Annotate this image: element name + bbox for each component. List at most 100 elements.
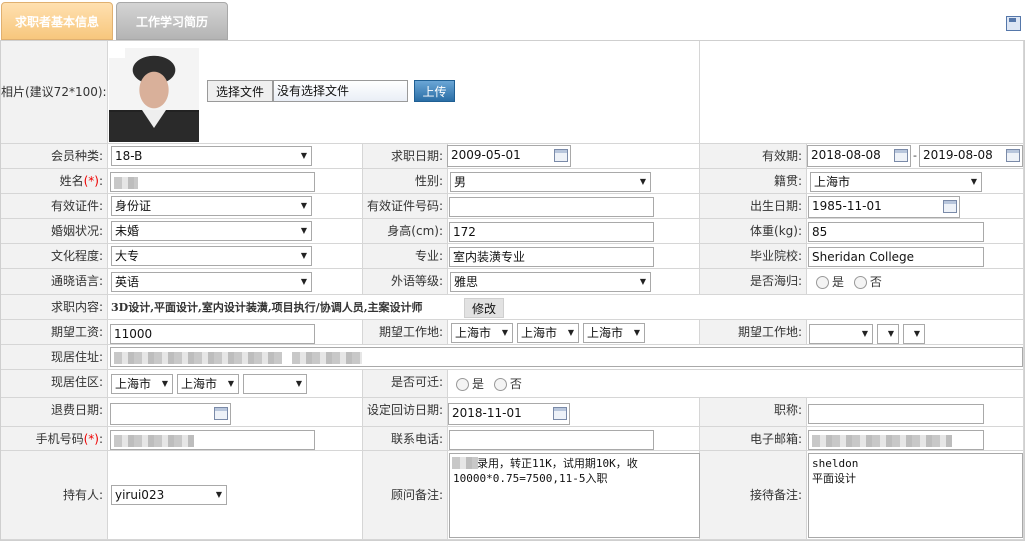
returnee-yes-label: 是	[832, 275, 845, 289]
returnee-no-radio[interactable]	[853, 276, 867, 289]
mobile-label-colon: :	[98, 432, 103, 446]
tab-work-study-resume[interactable]: 工作学习简历	[116, 2, 228, 40]
major-input[interactable]: 室内装潢专业	[449, 247, 654, 267]
expected-district2-select[interactable]	[903, 324, 925, 344]
language-select[interactable]: 英语	[111, 272, 312, 292]
relocate-label: 是否可迁:	[363, 370, 448, 398]
modify-button[interactable]: 修改	[464, 298, 504, 318]
height-label: 身高(cm):	[363, 219, 448, 244]
holder-label: 持有人:	[1, 451, 108, 540]
job-content-text: 3D设计,平面设计,室内设计装潢,项目执行/协调人员,主案设计师	[111, 301, 423, 314]
calendar-icon[interactable]	[554, 149, 568, 162]
redacted-address	[114, 351, 282, 364]
marital-label: 婚姻状况:	[1, 219, 108, 244]
valid-end-input[interactable]: 2019-08-08	[919, 145, 1023, 167]
birth-date-label: 出生日期:	[700, 194, 807, 219]
job-content-label: 求职内容:	[1, 295, 108, 320]
education-label: 文化程度:	[1, 244, 108, 269]
holder-select[interactable]: yirui023	[111, 485, 227, 505]
callback-date-value: 2018-11-01	[452, 406, 522, 420]
upload-button[interactable]: 上传	[414, 80, 455, 102]
expected-salary-input[interactable]: 11000	[110, 324, 315, 344]
hometown-label: 籍贯:	[700, 169, 807, 194]
refund-date-input[interactable]	[110, 403, 231, 425]
birth-date-value: 1985-11-01	[812, 199, 882, 213]
calendar-icon[interactable]	[214, 407, 228, 420]
language-label: 通晓语言:	[1, 269, 108, 295]
callback-date-label: 设定回访日期:	[363, 398, 448, 427]
returnee-radios: 是 否	[807, 269, 1024, 295]
job-date-value: 2009-05-01	[451, 148, 521, 162]
tab-bar: 求职者基本信息 工作学习简历	[0, 0, 1025, 40]
school-label: 毕业院校:	[700, 244, 807, 269]
required-mark: (*)	[83, 174, 99, 188]
reception-note-textarea[interactable]: sheldon 平面设计	[808, 453, 1023, 538]
id-type-select[interactable]: 身份证	[111, 196, 312, 216]
mobile-input[interactable]	[110, 430, 315, 450]
callback-date-input[interactable]: 2018-11-01	[448, 403, 570, 425]
mobile-label-text: 手机号码	[35, 432, 84, 446]
choose-file-button[interactable]: 选择文件	[207, 80, 273, 102]
school-input[interactable]: Sheridan College	[808, 247, 984, 267]
member-type-select[interactable]: 18-B	[111, 146, 312, 166]
foreign-level-select[interactable]: 雅思	[450, 272, 651, 292]
job-seeker-form: 相片(建议72*100): 选择文件 没有选择文件 上传 会员种类: 求职日期:…	[0, 40, 1025, 541]
birth-date-input[interactable]: 1985-11-01	[808, 196, 960, 218]
save-icon[interactable]	[1006, 16, 1021, 31]
weight-label: 体重(kg):	[700, 219, 807, 244]
height-input[interactable]: 172	[449, 222, 654, 242]
marital-select[interactable]: 未婚	[111, 221, 312, 241]
id-number-input[interactable]	[449, 197, 654, 217]
advisor-note-textarea[interactable]: 录用，转正11K，试用期10K，收 10000*0.75=7500,11-5入职	[449, 453, 700, 538]
email-input[interactable]	[808, 430, 984, 450]
district-area-select[interactable]	[243, 374, 307, 394]
expected-salary-label: 期望工资:	[1, 320, 108, 345]
expected-province-select[interactable]: 上海市	[451, 323, 513, 343]
district-city-select[interactable]: 上海市	[177, 374, 239, 394]
expected-province2-select[interactable]	[809, 324, 873, 344]
calendar-icon[interactable]	[1006, 149, 1020, 162]
district-label: 现居住区:	[1, 370, 108, 398]
address-input[interactable]	[110, 347, 1023, 367]
photo-empty-cell	[700, 41, 1024, 144]
applicant-photo	[109, 48, 199, 142]
foreign-level-label: 外语等级:	[363, 269, 448, 295]
valid-period-label: 有效期:	[700, 144, 807, 169]
expected-district-select[interactable]: 上海市	[583, 323, 645, 343]
redacted-name	[114, 176, 138, 189]
valid-start-input[interactable]: 2018-08-08	[807, 145, 911, 167]
expected-city-select[interactable]: 上海市	[517, 323, 579, 343]
relocate-yes-radio[interactable]	[456, 378, 469, 391]
calendar-icon[interactable]	[894, 149, 908, 162]
calendar-icon[interactable]	[553, 407, 567, 420]
name-label-text: 姓名	[59, 174, 84, 188]
expected-location2-label: 期望工作地:	[700, 320, 807, 345]
tab-basic-info[interactable]: 求职者基本信息	[1, 2, 113, 40]
name-label-colon: :	[98, 174, 103, 188]
redacted-email	[812, 434, 952, 447]
education-select[interactable]: 大专	[111, 246, 312, 266]
weight-input[interactable]: 85	[808, 222, 984, 242]
valid-end-value: 2019-08-08	[923, 148, 993, 162]
expected-city2-select[interactable]	[877, 324, 899, 344]
address-label: 现居住址:	[1, 345, 108, 370]
advisor-note-label: 顾问备注:	[363, 451, 448, 540]
relocate-radios: 是 否	[448, 370, 1024, 398]
job-title-label: 职称:	[700, 398, 807, 427]
returnee-yes-radio[interactable]	[816, 276, 829, 289]
job-date-input[interactable]: 2009-05-01	[447, 145, 571, 167]
job-title-input[interactable]	[808, 404, 984, 424]
calendar-icon[interactable]	[943, 200, 957, 213]
phone-label: 联系电话:	[363, 427, 448, 451]
gender-label: 性别:	[363, 169, 448, 194]
relocate-no-radio[interactable]	[493, 378, 507, 391]
name-input[interactable]	[110, 172, 315, 192]
hometown-select[interactable]: 上海市	[810, 172, 982, 192]
phone-input[interactable]	[449, 430, 654, 450]
member-type-label: 会员种类:	[1, 144, 108, 169]
gender-select[interactable]: 男	[450, 172, 651, 192]
required-mark: (*)	[83, 432, 99, 446]
name-label: 姓名(*):	[1, 169, 108, 194]
district-province-select[interactable]: 上海市	[111, 374, 173, 394]
file-name-display: 没有选择文件	[273, 80, 408, 102]
